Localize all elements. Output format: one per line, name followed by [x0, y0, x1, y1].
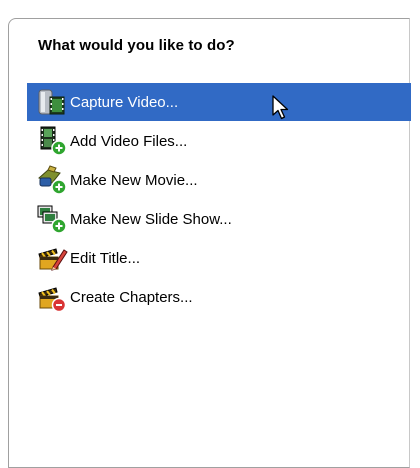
mouse-pointer-icon	[271, 95, 293, 121]
panel-heading: What would you like to do?	[38, 37, 235, 54]
slideshow-add-icon	[36, 203, 68, 235]
task-make-new-slide-show[interactable]: Make New Slide Show...	[27, 200, 411, 238]
task-label: Create Chapters...	[70, 288, 193, 306]
film-add-icon	[36, 125, 68, 157]
task-capture-video[interactable]: Capture Video...	[27, 83, 411, 121]
task-label: Make New Movie...	[70, 171, 198, 189]
clapper-chapter-icon	[36, 281, 68, 313]
task-list: Capture Video... Add Video Files... Make…	[27, 83, 411, 317]
task-add-video-files[interactable]: Add Video Files...	[27, 122, 411, 160]
task-panel: What would you like to do? Capture Video…	[8, 18, 411, 468]
task-create-chapters[interactable]: Create Chapters...	[27, 278, 411, 316]
camera-film-icon	[36, 86, 68, 118]
task-make-new-movie[interactable]: Make New Movie...	[27, 161, 411, 199]
clapper-pencil-icon	[36, 242, 68, 274]
task-label: Add Video Files...	[70, 132, 188, 150]
task-label: Make New Slide Show...	[70, 210, 232, 228]
task-label: Capture Video...	[70, 93, 179, 111]
task-label: Edit Title...	[70, 249, 141, 267]
movie-add-icon	[36, 164, 68, 196]
task-edit-title[interactable]: Edit Title...	[27, 239, 411, 277]
